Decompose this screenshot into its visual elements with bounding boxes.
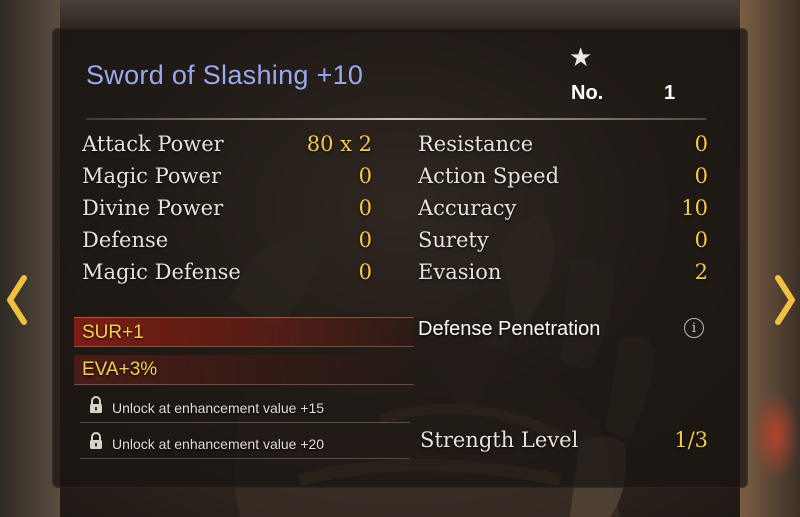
stat-value-magic-power: 0 <box>358 164 372 188</box>
stat-label-magic-power: Magic Power <box>82 164 221 188</box>
stat-label-attack-power: Attack Power <box>82 132 224 156</box>
lock-icon <box>88 431 104 459</box>
locked-slot-1[interactable]: Unlock at enhancement value +15 <box>80 394 410 423</box>
star-icon[interactable]: ★ <box>569 42 592 73</box>
stat-label-accuracy: Accuracy <box>418 196 517 220</box>
stat-value-defense: 0 <box>358 228 372 252</box>
info-icon[interactable]: i <box>684 318 704 338</box>
stat-label-magic-defense: Magic Defense <box>82 260 241 284</box>
stat-label-action-speed: Action Speed <box>418 164 560 188</box>
chevron-left-icon[interactable] <box>2 272 32 328</box>
locked-slot-2-text: Unlock at enhancement value +20 <box>112 436 325 452</box>
stat-value-resistance: 0 <box>694 132 708 156</box>
stat-value-attack-power: 80 x 2 <box>306 132 372 156</box>
lock-icon <box>88 395 104 423</box>
stat-label-defense: Defense <box>82 228 169 252</box>
item-number-value: 1 <box>664 82 676 104</box>
stat-label-evasion: Evasion <box>418 260 502 284</box>
defense-penetration-label: Defense Penetration <box>418 318 601 340</box>
strength-level-value: 1/3 <box>674 428 708 452</box>
stat-label-divine-power: Divine Power <box>82 196 224 220</box>
stat-value-evasion: 2 <box>694 260 708 284</box>
stat-label-surety: Surety <box>418 228 489 252</box>
title-divider <box>86 118 706 120</box>
bonus-slot-1[interactable]: SUR+1 <box>74 317 414 347</box>
bonus-slot-2[interactable]: EVA+3% <box>74 355 414 385</box>
stat-value-accuracy: 10 <box>681 196 708 220</box>
stat-value-divine-power: 0 <box>358 196 372 220</box>
stat-value-magic-defense: 0 <box>358 260 372 284</box>
item-number-label: No. <box>571 82 604 104</box>
locked-slot-1-text: Unlock at enhancement value +15 <box>112 400 325 416</box>
item-name: Sword of Slashing +10 <box>86 60 364 90</box>
strength-level-label: Strength Level <box>420 428 579 452</box>
chevron-right-icon[interactable] <box>770 272 800 328</box>
stat-label-resistance: Resistance <box>418 132 534 156</box>
stat-value-action-speed: 0 <box>694 164 708 188</box>
locked-slot-2[interactable]: Unlock at enhancement value +20 <box>80 430 410 459</box>
stat-value-surety: 0 <box>694 228 708 252</box>
